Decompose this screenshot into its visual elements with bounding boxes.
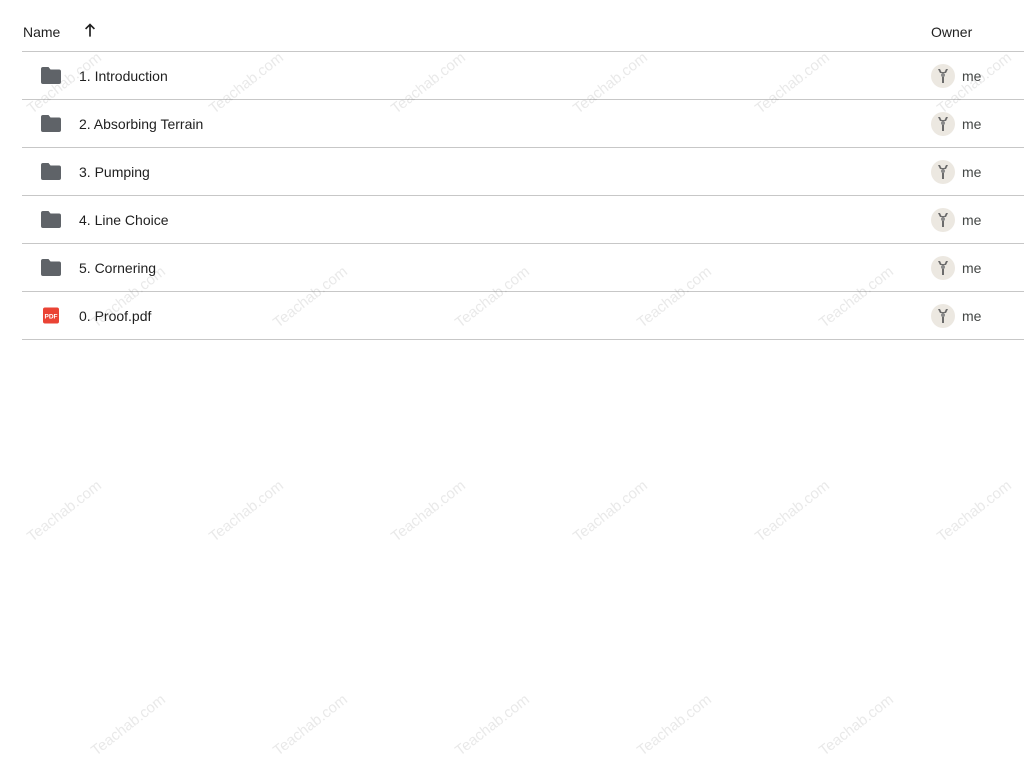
owner-avatar — [931, 160, 955, 184]
file-list: Name Owner 1. Introduction me 2. Absorbi… — [22, 8, 1024, 340]
watermark: Teachab.com — [88, 691, 169, 760]
pdf-file-icon: PDF — [43, 307, 59, 324]
watermark: Teachab.com — [206, 477, 287, 546]
watermark: Teachab.com — [270, 691, 351, 760]
watermark: Teachab.com — [388, 477, 469, 546]
watermark: Teachab.com — [570, 477, 651, 546]
file-browser: Name Owner 1. Introduction me 2. Absorbi… — [0, 0, 1024, 768]
item-name: 1. Introduction — [79, 68, 168, 84]
owner-label: me — [962, 164, 982, 180]
watermark: Teachab.com — [634, 691, 715, 760]
list-item[interactable]: PDF 0. Proof.pdf me — [22, 292, 1024, 340]
owner-avatar — [931, 304, 955, 328]
owner-avatar — [931, 112, 955, 136]
watermark: Teachab.com — [752, 477, 833, 546]
watermark: Teachab.com — [816, 691, 897, 760]
item-name: 2. Absorbing Terrain — [79, 116, 204, 132]
list-item[interactable]: 5. Cornering me — [22, 244, 1024, 292]
owner-label: me — [962, 260, 982, 276]
owner-avatar — [931, 64, 955, 88]
item-name: 3. Pumping — [79, 164, 150, 180]
pdf-icon-text: PDF — [45, 314, 58, 321]
owner-label: me — [962, 308, 982, 324]
watermark: Teachab.com — [934, 477, 1015, 546]
owner-label: me — [962, 116, 982, 132]
owner-avatar — [931, 208, 955, 232]
folder-icon — [41, 67, 61, 84]
list-item[interactable]: 1. Introduction me — [22, 52, 1024, 100]
folder-icon — [41, 211, 61, 228]
item-name: 5. Cornering — [79, 260, 157, 276]
arrow-upward-icon[interactable] — [80, 20, 100, 40]
owner-column-header: Owner — [931, 24, 973, 40]
list-item[interactable]: 3. Pumping me — [22, 148, 1024, 196]
watermark: Teachab.com — [24, 477, 105, 546]
folder-icon — [41, 115, 61, 132]
list-header: Name Owner — [22, 8, 1024, 52]
item-name: 0. Proof.pdf — [79, 308, 152, 324]
name-column-header[interactable]: Name — [23, 24, 60, 40]
list-item[interactable]: 4. Line Choice me — [22, 196, 1024, 244]
folder-icon — [41, 163, 61, 180]
watermark: Teachab.com — [452, 691, 533, 760]
list-item[interactable]: 2. Absorbing Terrain me — [22, 100, 1024, 148]
owner-label: me — [962, 68, 982, 84]
item-name: 4. Line Choice — [79, 212, 169, 228]
owner-label: me — [962, 212, 982, 228]
folder-icon — [41, 259, 61, 276]
owner-avatar — [931, 256, 955, 280]
